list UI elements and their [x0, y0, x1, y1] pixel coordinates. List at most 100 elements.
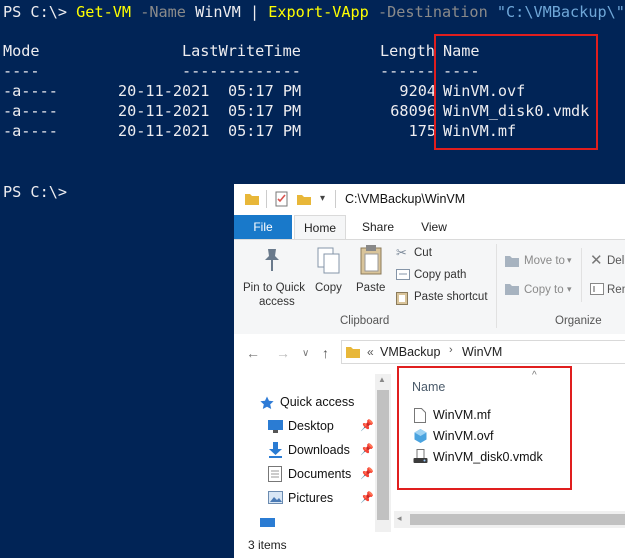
tab-view[interactable]: View [410, 215, 458, 239]
underline-mode: ---- [3, 62, 40, 80]
desktop-icon [268, 420, 283, 433]
tab-home[interactable]: Home [294, 215, 346, 239]
row-length: 9204 [399, 82, 436, 100]
delete-label: Del [607, 255, 625, 267]
copy-to-label: Copy to [524, 284, 564, 296]
back-arrow-icon[interactable]: ← [246, 345, 260, 361]
arg-vm-name: WinVM [195, 3, 241, 21]
move-to-icon [505, 256, 519, 267]
row-length: 68096 [390, 102, 436, 120]
new-folder-icon[interactable] [296, 191, 312, 207]
navigation-pane-scrollbar[interactable]: ▲ [375, 374, 391, 532]
row-time: 05:17 PM [228, 102, 302, 120]
pin-label-line2: access [259, 296, 295, 308]
breadcrumb-separator-icon[interactable]: › [449, 344, 453, 356]
rename-label: Ren [607, 284, 625, 296]
divider [266, 190, 267, 208]
breadcrumb-overflow[interactable]: « [367, 345, 374, 359]
divider [335, 190, 336, 208]
row-length: 175 [408, 122, 436, 140]
this-pc-icon [260, 518, 275, 527]
divider [581, 248, 582, 302]
paste-shortcut-icon [396, 292, 408, 305]
scroll-left-arrow-icon[interactable]: ◂ [397, 513, 402, 524]
row-mode: -a---- [3, 122, 58, 140]
cut-label: Cut [414, 247, 432, 259]
documents-icon [268, 466, 282, 482]
paste-shortcut-label: Paste shortcut [414, 291, 488, 303]
header-length: Length [380, 42, 435, 60]
underline-length: ------ [380, 62, 435, 80]
folder-icon [245, 194, 259, 205]
recent-locations-chevron-icon[interactable]: ∨ [302, 348, 309, 359]
copy-icon [317, 247, 340, 274]
param-destination: -Destination [378, 3, 488, 21]
tab-file[interactable]: File [234, 215, 292, 239]
row-date: 20-11-2021 [118, 102, 210, 120]
highlight-box-file-list [397, 366, 572, 490]
breadcrumb-item-winvm[interactable]: WinVM [462, 345, 502, 359]
row-time: 05:17 PM [228, 122, 302, 140]
arg-destination-path: "C:\VMBackup\" [496, 3, 625, 21]
move-to-label: Move to [524, 255, 565, 267]
pinned-icon[interactable]: 📌 [360, 467, 374, 480]
status-bar: 3 items [234, 532, 625, 558]
pinned-icon[interactable]: 📌 [360, 443, 374, 456]
header-lastwritetime: LastWriteTime [182, 42, 301, 60]
download-icon [269, 442, 282, 458]
pipe-symbol: | [249, 3, 260, 21]
prompt-line[interactable]: PS C:\> [3, 182, 67, 202]
underline-lastwritetime: ------------- [182, 62, 301, 80]
navigation-bar: ← → ∨ ↑ « VMBackup › WinVM [234, 334, 625, 370]
pinned-icon[interactable]: 📌 [360, 491, 374, 504]
chevron-down-icon: ▾ [567, 255, 572, 265]
group-divider [496, 244, 497, 328]
forward-arrow-icon[interactable]: → [276, 345, 290, 361]
nav-item-label: Downloads [288, 443, 350, 457]
up-arrow-icon[interactable]: ↑ [322, 345, 329, 361]
copy-path-label: Copy path [414, 269, 467, 281]
param-name: -Name [140, 3, 186, 21]
address-bar[interactable]: « VMBackup › WinVM [341, 340, 625, 364]
pin-label-line1: Pin to Quick [243, 282, 305, 294]
nav-item-label: Quick access [280, 395, 355, 409]
status-item-count: 3 items [248, 538, 287, 552]
file-explorer-window[interactable]: ▾ C:\VMBackup\WinVM File Home Share View… [234, 184, 625, 558]
paste-icon [360, 245, 382, 275]
title-bar: ▾ C:\VMBackup\WinVM [234, 184, 625, 216]
prompt: PS C:\> [3, 3, 77, 21]
ribbon-tabs: File Home Share View [234, 215, 625, 239]
copy-label: Copy [315, 282, 342, 294]
chevron-down-icon: ▾ [567, 284, 572, 294]
delete-x-icon: ✕ [590, 252, 603, 269]
customize-toolbar-chevron-icon[interactable]: ▾ [320, 193, 325, 204]
nav-item-label: Pictures [288, 491, 334, 505]
pin-icon [265, 249, 279, 271]
copy-path-icon [396, 269, 410, 280]
rename-icon [590, 283, 604, 295]
row-date: 20-11-2021 [118, 122, 210, 140]
nav-item-label: Documents [288, 467, 352, 481]
scrollbar-thumb[interactable] [410, 514, 625, 525]
row-date: 20-11-2021 [118, 82, 210, 100]
group-label-organize: Organize [555, 315, 602, 327]
pinned-icon[interactable]: 📌 [360, 419, 374, 432]
tab-share[interactable]: Share [354, 215, 402, 239]
nav-item-label: Desktop [288, 419, 334, 433]
window-title: C:\VMBackup\WinVM [345, 192, 466, 206]
command-line: PS C:\> Get-VM -Name WinVM | Export-VApp… [3, 2, 625, 22]
scroll-up-arrow-icon[interactable]: ▲ [378, 375, 386, 384]
paste-label: Paste [356, 282, 386, 294]
group-label-clipboard: Clipboard [340, 315, 390, 327]
star-icon [260, 396, 274, 409]
row-mode: -a---- [3, 102, 58, 120]
folder-icon [346, 347, 360, 358]
scrollbar-thumb[interactable] [377, 390, 389, 520]
file-list-horizontal-scrollbar[interactable]: ◂ [394, 511, 625, 528]
properties-icon[interactable] [274, 191, 290, 207]
cmdlet-get-vm: Get-VM [76, 3, 132, 21]
cmdlet-export-vapp: Export-VApp [268, 3, 369, 21]
breadcrumb-item-vmbackup[interactable]: VMBackup [380, 345, 440, 359]
header-mode: Mode [3, 42, 40, 60]
row-time: 05:17 PM [228, 82, 302, 100]
